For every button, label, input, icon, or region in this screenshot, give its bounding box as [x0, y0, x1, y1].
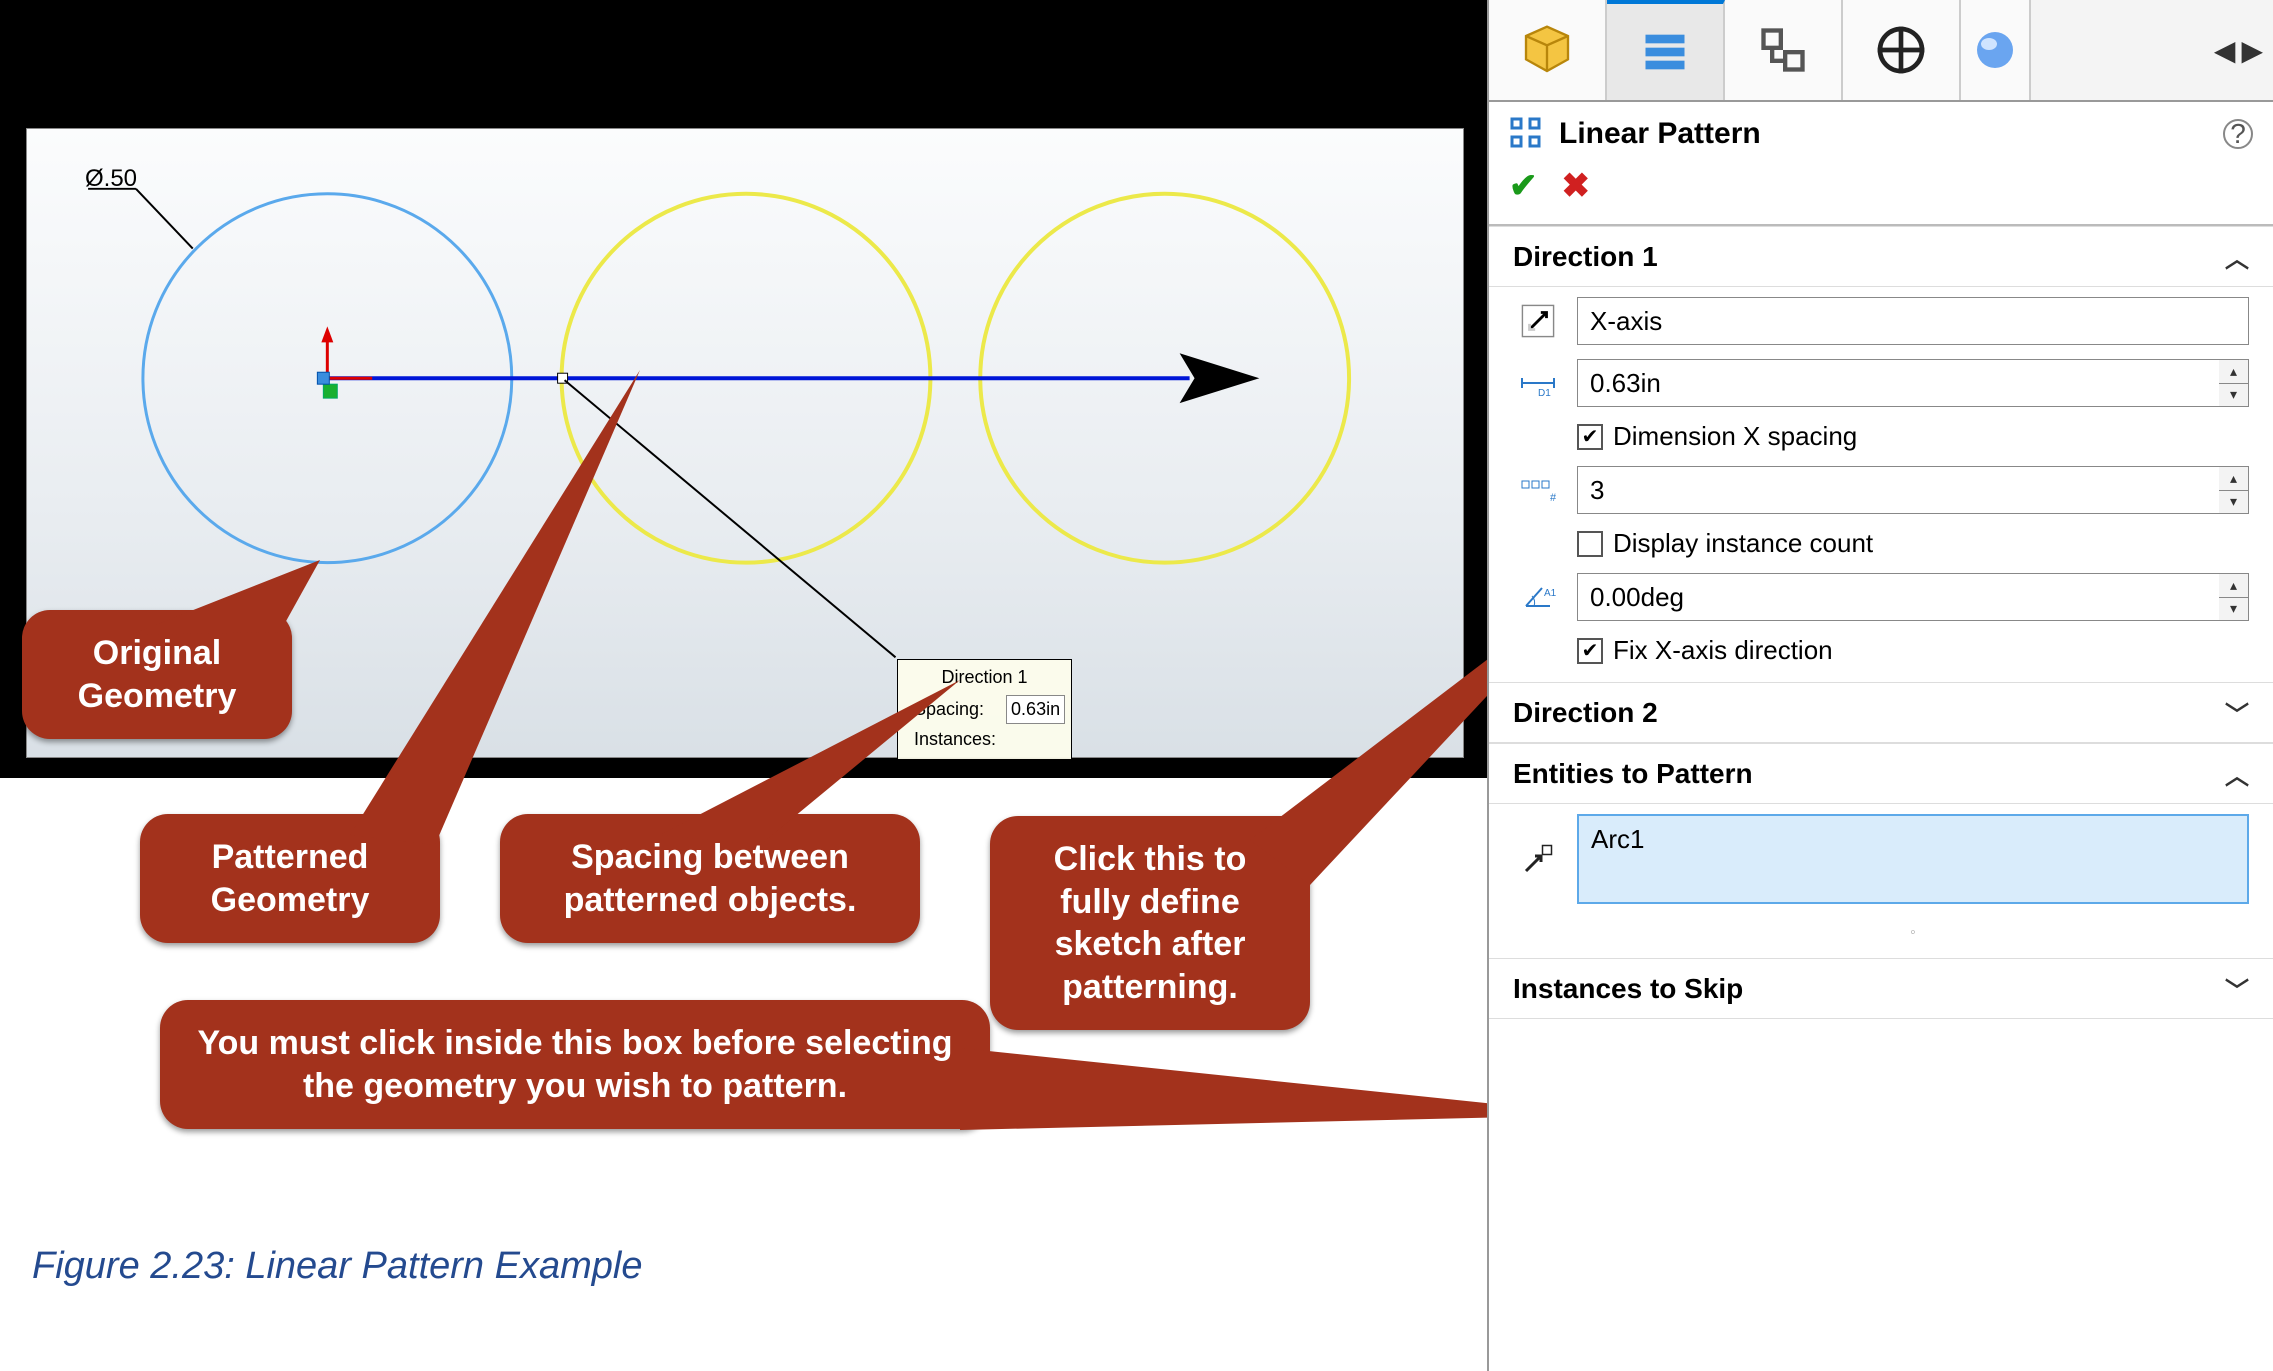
fix-x-axis-checkbox[interactable]: ✔	[1577, 638, 1603, 664]
info-spacing-label: Spacing:	[910, 695, 1000, 724]
origin-point-icon	[317, 372, 329, 384]
dimension-x-spacing-checkbox[interactable]: ✔	[1577, 424, 1603, 450]
tab-appearance[interactable]	[1961, 0, 2031, 100]
direction-axis-field[interactable]: X-axis	[1577, 297, 2249, 345]
ok-button[interactable]: ✔	[1509, 166, 1538, 206]
chevron-up-icon: ︿	[2225, 239, 2249, 274]
dimension-x-spacing-label: Dimension X spacing	[1613, 421, 1857, 452]
svg-text:A1: A1	[1544, 588, 1556, 599]
direction-1-body: X-axis D1 0.63in ▴▾ ✔ Dimension X spacin…	[1489, 287, 2273, 682]
callout-dimx: Click this to fully define sketch after …	[990, 816, 1310, 1030]
cancel-button[interactable]: ✖	[1562, 166, 1591, 206]
panel-tabs: ◀ ▶	[1489, 0, 2273, 102]
angle-field[interactable]: 0.00deg	[1577, 573, 2219, 621]
spacing-spinner[interactable]: ▴▾	[2219, 359, 2249, 407]
section-direction-2-label: Direction 2	[1513, 697, 1658, 729]
entities-listbox[interactable]: Arc1	[1577, 814, 2249, 904]
tab-property-manager[interactable]	[1607, 0, 1725, 100]
tab-scroll-right-icon[interactable]: ▶	[2241, 34, 2263, 67]
diameter-dimension[interactable]: Ø.50	[85, 165, 137, 193]
tab-scroll-left-icon[interactable]: ◀	[2214, 34, 2236, 67]
display-instance-count-label: Display instance count	[1613, 528, 1873, 559]
instance-count-spinner[interactable]: ▴▾	[2219, 466, 2249, 514]
property-title: Linear Pattern	[1559, 117, 1761, 151]
reverse-direction-icon[interactable]	[1513, 304, 1563, 338]
angle-spinner[interactable]: ▴▾	[2219, 573, 2249, 621]
info-spacing-value[interactable]: 0.63in	[1006, 695, 1065, 724]
instance-count-field[interactable]: 3	[1577, 466, 2219, 514]
section-instances-skip-label: Instances to Skip	[1513, 973, 1743, 1005]
origin-y-arrow	[321, 326, 333, 342]
section-instances-skip[interactable]: Instances to Skip ﹀	[1489, 958, 2273, 1019]
section-entities-label: Entities to Pattern	[1513, 758, 1753, 790]
help-icon[interactable]: ?	[2223, 119, 2253, 149]
info-leader	[565, 380, 896, 657]
entities-selection-icon	[1513, 841, 1563, 877]
info-title: Direction 1	[908, 664, 1061, 691]
direction-arrowhead[interactable]	[1180, 353, 1260, 403]
section-entities[interactable]: Entities to Pattern ︿	[1489, 743, 2273, 804]
chevron-down-icon: ﹀	[2225, 695, 2249, 730]
info-instances-label: Instances:	[910, 726, 1000, 753]
fix-x-axis-label: Fix X-axis direction	[1613, 635, 1833, 666]
callout-original: Original Geometry	[22, 610, 292, 739]
dimension-leader	[136, 189, 193, 249]
linear-pattern-icon	[1509, 116, 1545, 152]
figure-caption: Figure 2.23: Linear Pattern Example	[32, 1245, 642, 1288]
angle-icon: A1	[1513, 582, 1563, 612]
callout-spacing: Spacing between patterned objects.	[500, 814, 920, 943]
instance-count-icon: #	[1513, 475, 1563, 505]
tab-dimxpert[interactable]	[1843, 0, 1961, 100]
resize-grip[interactable]: ◦	[1513, 918, 2249, 942]
callout-entities: You must click inside this box before se…	[160, 1000, 990, 1129]
confirm-row: ✔ ✖	[1489, 158, 2273, 226]
document-area: Ø.50 Direction 1 Spacing: 0.63in Instanc…	[0, 0, 1487, 1371]
callout-patterned: Patterned Geometry	[140, 814, 440, 943]
display-instance-count-checkbox[interactable]	[1577, 531, 1603, 557]
section-direction-1-label: Direction 1	[1513, 241, 1658, 273]
tab-scroll-arrows[interactable]: ◀ ▶	[2204, 0, 2273, 100]
chevron-down-icon: ﹀	[2225, 971, 2249, 1006]
entities-body: Arc1 ◦	[1489, 804, 2273, 958]
entities-item[interactable]: Arc1	[1591, 824, 2235, 855]
origin-coincident-icon	[323, 384, 337, 398]
section-direction-2[interactable]: Direction 2 ﹀	[1489, 682, 2273, 743]
tab-feature-manager[interactable]	[1489, 0, 1607, 100]
chevron-up-icon: ︿	[2225, 756, 2249, 791]
svg-text:#: #	[1550, 492, 1556, 504]
section-direction-1[interactable]: Direction 1 ︿	[1489, 226, 2273, 287]
property-manager: ◀ ▶ Linear Pattern ? ✔ ✖ Direction 1 ︿ X…	[1487, 0, 2273, 1371]
svg-text:D1: D1	[1538, 388, 1551, 398]
pattern-info-box[interactable]: Direction 1 Spacing: 0.63in Instances:	[897, 659, 1072, 760]
property-header: Linear Pattern ?	[1489, 102, 2273, 158]
spacing-field[interactable]: 0.63in	[1577, 359, 2219, 407]
spacing-icon: D1	[1513, 368, 1563, 398]
tab-configuration-manager[interactable]	[1725, 0, 1843, 100]
